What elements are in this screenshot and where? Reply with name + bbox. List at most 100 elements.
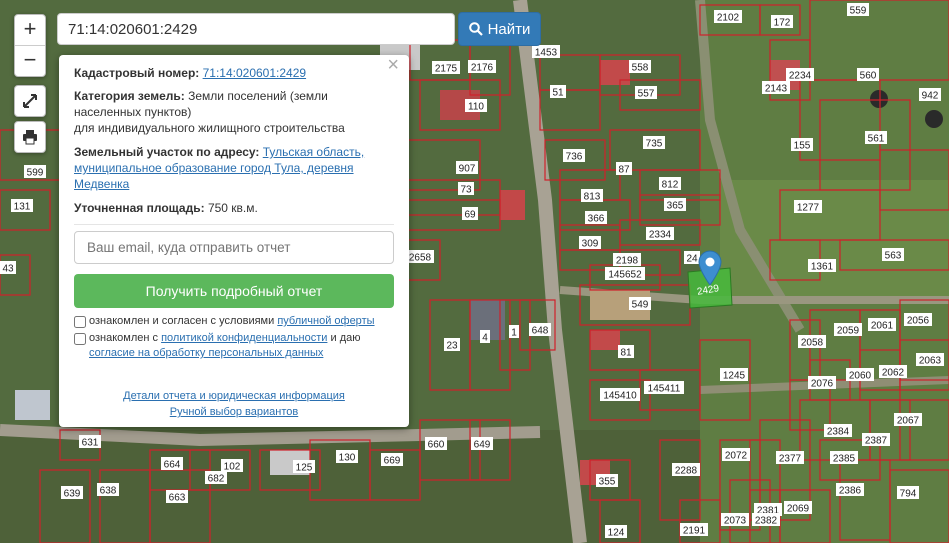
parcel-number-label: 558 [629, 60, 651, 74]
parcel-number-text: 735 [646, 139, 663, 150]
parcel-number-label: 43 [0, 261, 16, 275]
cadastral-number-link[interactable]: 71:14:020601:2429 [203, 66, 306, 80]
parcel-number-text: 4 [482, 333, 488, 344]
parcel-number-label: 2658 [406, 250, 434, 264]
parcel-number-text: 942 [922, 91, 939, 102]
parcel-number-label: 2387 [862, 433, 890, 447]
print-button[interactable] [14, 121, 46, 153]
parcel-number-text: 639 [64, 489, 81, 500]
parcel-number-label: 2234 [786, 68, 814, 82]
parcel-number-label: 2334 [646, 227, 674, 241]
parcel-number-label: 735 [643, 136, 665, 150]
parcel-number-text: 2191 [683, 526, 706, 537]
parcel-number-text: 660 [428, 440, 445, 451]
parcel-number-label: 2076 [808, 376, 836, 390]
parcel-number-text: 2072 [725, 451, 748, 462]
privacy-policy-link[interactable]: политикой конфиденциальности [161, 332, 327, 344]
parcel-number-text: 649 [474, 440, 491, 451]
parcel-number-label: 2288 [672, 463, 700, 477]
parcel-number-text: 2198 [616, 256, 639, 267]
parcel-number-text: 2102 [717, 13, 740, 24]
personal-data-link[interactable]: согласие на обработку персональных данны… [89, 347, 323, 359]
parcel-number-label: 2176 [468, 60, 496, 74]
parcel-number-text: 663 [169, 493, 186, 504]
parcel-number-text: 1277 [797, 203, 820, 214]
parcel-number-label: 2060 [846, 368, 874, 382]
parcel-number-text: 557 [638, 89, 655, 100]
parcel-number-label: 907 [456, 161, 478, 175]
parcel-number-text: 124 [608, 528, 625, 539]
parcel-number-label: 102 [221, 459, 243, 473]
parcel-number-label: 736 [563, 149, 585, 163]
search-icon [468, 22, 483, 36]
parcel-number-label: 355 [596, 474, 618, 488]
parcel-number-label: 813 [581, 189, 603, 203]
parcel-number-text: 2062 [882, 368, 905, 379]
parcel-number-label: 2063 [916, 353, 944, 367]
parcel-number-text: 669 [384, 456, 401, 467]
location-marker-icon[interactable] [697, 250, 723, 286]
parcel-number-text: 559 [850, 6, 867, 17]
parcel-number-text: 682 [208, 474, 225, 485]
parcel-number-text: 599 [27, 168, 44, 179]
privacy-agreement: ознакомлен с политикой конфиденциальност… [74, 331, 394, 361]
zoom-in-button[interactable]: + [15, 15, 45, 46]
parcel-number-text: 2056 [907, 316, 930, 327]
parcel-number-label: 2191 [680, 523, 708, 537]
close-icon[interactable]: × [387, 55, 399, 75]
parcel-number-text: 549 [632, 300, 649, 311]
parcel-number-text: 813 [584, 192, 601, 203]
parcel-number-text: 794 [900, 489, 917, 500]
parcel-number-label: 638 [97, 483, 119, 497]
parcel-number-label: 23 [444, 338, 460, 352]
parcel-number-text: 2076 [811, 379, 834, 390]
manual-selection-link[interactable]: Ручной выбор вариантов [170, 406, 298, 418]
parcel-number-label: 124 [605, 525, 627, 539]
parcel-number-label: 2059 [834, 323, 862, 337]
parcel-number-text: 130 [339, 453, 356, 464]
parcel-number-label: 131 [11, 199, 33, 213]
parcel-number-label: 2382 [752, 513, 780, 527]
parcel-number-text: 355 [599, 477, 616, 488]
zoom-out-button[interactable]: − [15, 46, 45, 76]
parcel-number-label: 559 [847, 3, 869, 17]
parcel-number-text: 558 [632, 63, 649, 74]
parcel-number-label: 2073 [721, 513, 749, 527]
parcel-number-label: 669 [381, 453, 403, 467]
parcel-number-text: 73 [460, 185, 472, 196]
email-input[interactable] [74, 231, 394, 264]
parcel-number-text: 155 [794, 141, 811, 152]
area-label: Уточненная площадь: [74, 201, 205, 215]
parcel-number-label: 560 [857, 68, 879, 82]
parcel-number-label: 2385 [830, 451, 858, 465]
parcel-number-label: 69 [462, 207, 478, 221]
get-report-button[interactable]: Получить подробный отчет [74, 274, 394, 308]
parcel-number-label: 2198 [613, 253, 641, 267]
zoom-control: + − [14, 14, 46, 77]
offer-link[interactable]: публичной оферты [277, 315, 374, 327]
parcel-number-label: 1277 [794, 200, 822, 214]
expand-icon [23, 94, 37, 108]
parcel-number-label: 125 [293, 460, 315, 474]
parcel-number-text: 2058 [801, 338, 824, 349]
find-button[interactable]: Найти [458, 12, 541, 46]
parcel-number-label: 155 [791, 138, 813, 152]
parcel-number-text: 69 [464, 210, 476, 221]
parcel-number-label: 145411 [644, 381, 684, 395]
parcel-number-text: 51 [552, 88, 564, 99]
cadastral-search-input[interactable] [57, 13, 455, 45]
parcel-number-text: 2073 [724, 516, 747, 527]
parcel-number-text: 2175 [435, 64, 458, 75]
parcel-number-label: 1361 [808, 259, 836, 273]
parcel-number-text: 2069 [787, 504, 810, 515]
parcel-number-text: 736 [566, 152, 583, 163]
fullscreen-button[interactable] [14, 85, 46, 117]
report-details-link[interactable]: Детали отчета и юридическая информация [123, 390, 345, 402]
parcel-number-label: 51 [550, 85, 566, 99]
parcel-number-text: 125 [296, 463, 313, 474]
parcel-number-label: 145652 [605, 267, 645, 281]
privacy-checkbox[interactable] [74, 333, 86, 345]
parcel-number-label: 794 [897, 486, 919, 500]
parcel-number-text: 2176 [471, 63, 494, 74]
offer-checkbox[interactable] [74, 316, 86, 328]
